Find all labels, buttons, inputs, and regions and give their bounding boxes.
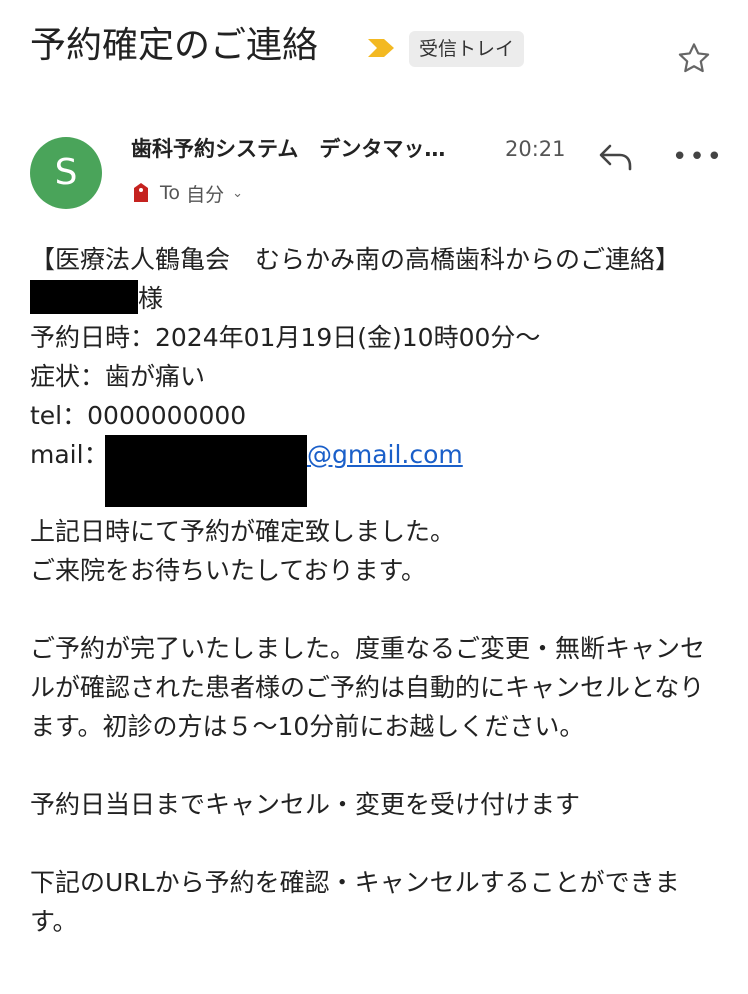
tel-line: tel：0000000000 [30, 401, 247, 430]
received-time: 20:21 [505, 137, 566, 161]
sender-name[interactable]: 歯科予約システム デンタマッ… [131, 133, 445, 165]
cancellation-notice: ご予約が完了いたしました。度重なるご変更・無断キャンセルが確認された患者様のご予… [30, 634, 706, 741]
recipient-toggle[interactable]: To 自分 ⌄ [131, 178, 243, 208]
patient-name-line: 様 [30, 279, 720, 318]
clinic-heading: 【医療法人鶴亀会 むらかみ南の高橋歯科からのご連絡】 [30, 245, 681, 274]
recipient-prefix: To [160, 182, 181, 204]
star-icon[interactable] [675, 40, 713, 78]
cancel-deadline-line: 予約日当日までキャンセル・変更を受け付けます [30, 790, 581, 819]
confirm-line-1: 上記日時にて予約が確定致しました。 [30, 517, 456, 546]
inbox-label-chip[interactable]: 受信トレイ [409, 31, 525, 67]
sender-avatar[interactable]: S [30, 137, 102, 209]
tag-icon [134, 183, 148, 202]
mail-label: mail： [30, 440, 109, 469]
appointment-datetime: 予約日時：2024年01月19日(金)10時00分～ [30, 323, 541, 352]
mail-line: mail： @gmail.com [30, 435, 720, 507]
email-body: 【医療法人鶴亀会 むらかみ南の高橋歯科からのご連絡】 様 予約日時：2024年0… [30, 240, 720, 941]
name-suffix: 様 [138, 284, 164, 313]
chevron-down-icon[interactable]: ⌄ [232, 186, 243, 201]
url-instruction: 下記のURLから予約を確認・キャンセルすることができます。 [30, 868, 680, 936]
recipient-name: 自分 [186, 183, 225, 206]
email-link[interactable]: @gmail.com [307, 435, 463, 474]
importance-marker-icon[interactable] [366, 37, 396, 59]
redacted-email [105, 435, 307, 507]
reply-icon[interactable] [598, 142, 634, 172]
more-options-icon[interactable]: ••• [672, 144, 722, 170]
redacted-name [30, 280, 138, 314]
confirm-line-2: ご来院をお待ちいたしております。 [30, 556, 427, 585]
symptom-line: 症状：歯が痛い [30, 362, 206, 391]
email-subject: 予約確定のご連絡 [30, 25, 319, 66]
